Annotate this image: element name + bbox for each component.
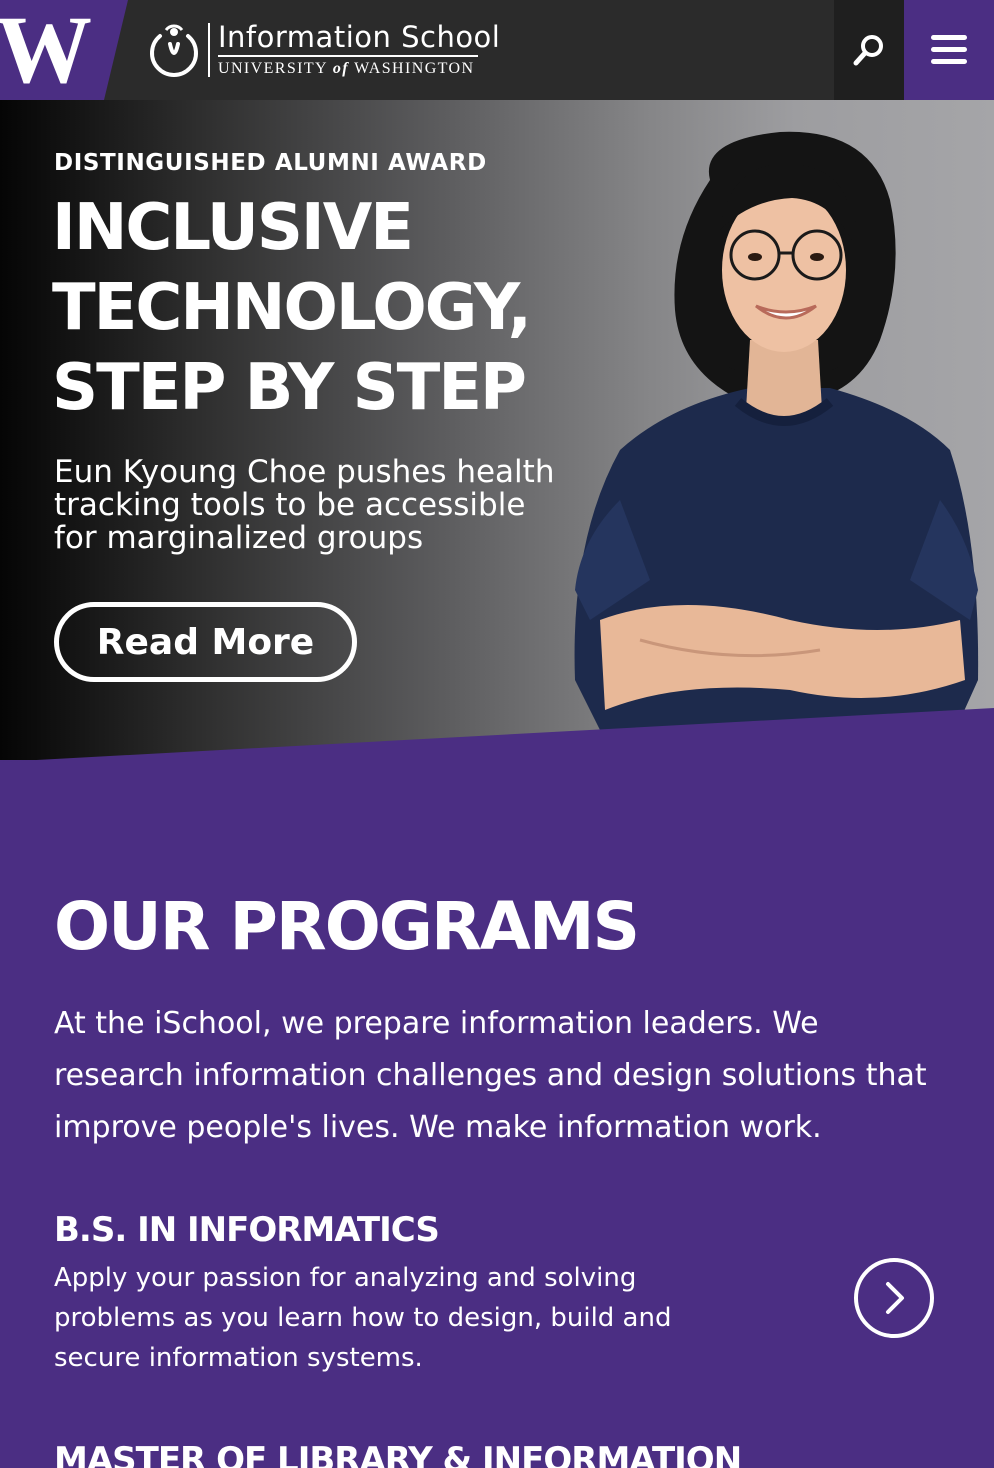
hero-subtitle: Eun Kyoung Choe pushes health tracking t… bbox=[54, 454, 555, 556]
alumni-portrait-image bbox=[574, 131, 979, 730]
programs-section: OUR PROGRAMS At the iSchool, we prepare … bbox=[0, 708, 994, 1468]
program-title[interactable]: B.S. IN INFORMATICS bbox=[54, 1210, 954, 1250]
section-slant-divider bbox=[0, 708, 994, 764]
read-more-button[interactable]: Read More bbox=[54, 602, 357, 682]
uw-w-logo[interactable]: W bbox=[0, 0, 128, 100]
brand-university: UNIVERSITY of WASHINGTON bbox=[218, 60, 475, 77]
chevron-right-icon bbox=[886, 1282, 904, 1314]
brand-rule bbox=[218, 55, 478, 57]
hero-title-line: TECHNOLOGY, bbox=[52, 271, 532, 345]
program-arrow-button[interactable] bbox=[854, 1258, 934, 1338]
hamburger-menu-icon bbox=[931, 35, 967, 64]
programs-title: OUR PROGRAMS bbox=[54, 888, 640, 965]
program-item-informatics[interactable]: B.S. IN INFORMATICS Apply your passion f… bbox=[54, 1210, 954, 1378]
search-button[interactable] bbox=[834, 0, 904, 100]
menu-button[interactable] bbox=[904, 0, 994, 100]
program-title-mlis[interactable]: MASTER OF LIBRARY & INFORMATION bbox=[54, 1440, 742, 1468]
program-description: Apply your passion for analyzing and sol… bbox=[54, 1263, 672, 1373]
hero-eyebrow: DISTINGUISHED ALUMNI AWARD bbox=[54, 150, 487, 176]
brand-name: Information School bbox=[218, 20, 501, 54]
ischool-logo-icon bbox=[150, 24, 198, 77]
brand-divider bbox=[208, 23, 210, 77]
ischool-brand-link[interactable]: Information School UNIVERSITY of WASHING… bbox=[146, 20, 500, 80]
hero-banner: DISTINGUISHED ALUMNI AWARD INCLUSIVE TEC… bbox=[0, 100, 994, 800]
uw-w-letter: W bbox=[0, 0, 92, 100]
site-header: W Information School UNIVERSITY of WASHI… bbox=[0, 0, 994, 100]
programs-intro: At the iSchool, we prepare information l… bbox=[54, 1006, 927, 1145]
hero-title-line: INCLUSIVE bbox=[52, 191, 414, 265]
hero-title: INCLUSIVE TECHNOLOGY, STEP BY STEP bbox=[52, 188, 572, 428]
hero-title-line: STEP BY STEP bbox=[52, 351, 527, 425]
search-icon bbox=[853, 35, 883, 66]
